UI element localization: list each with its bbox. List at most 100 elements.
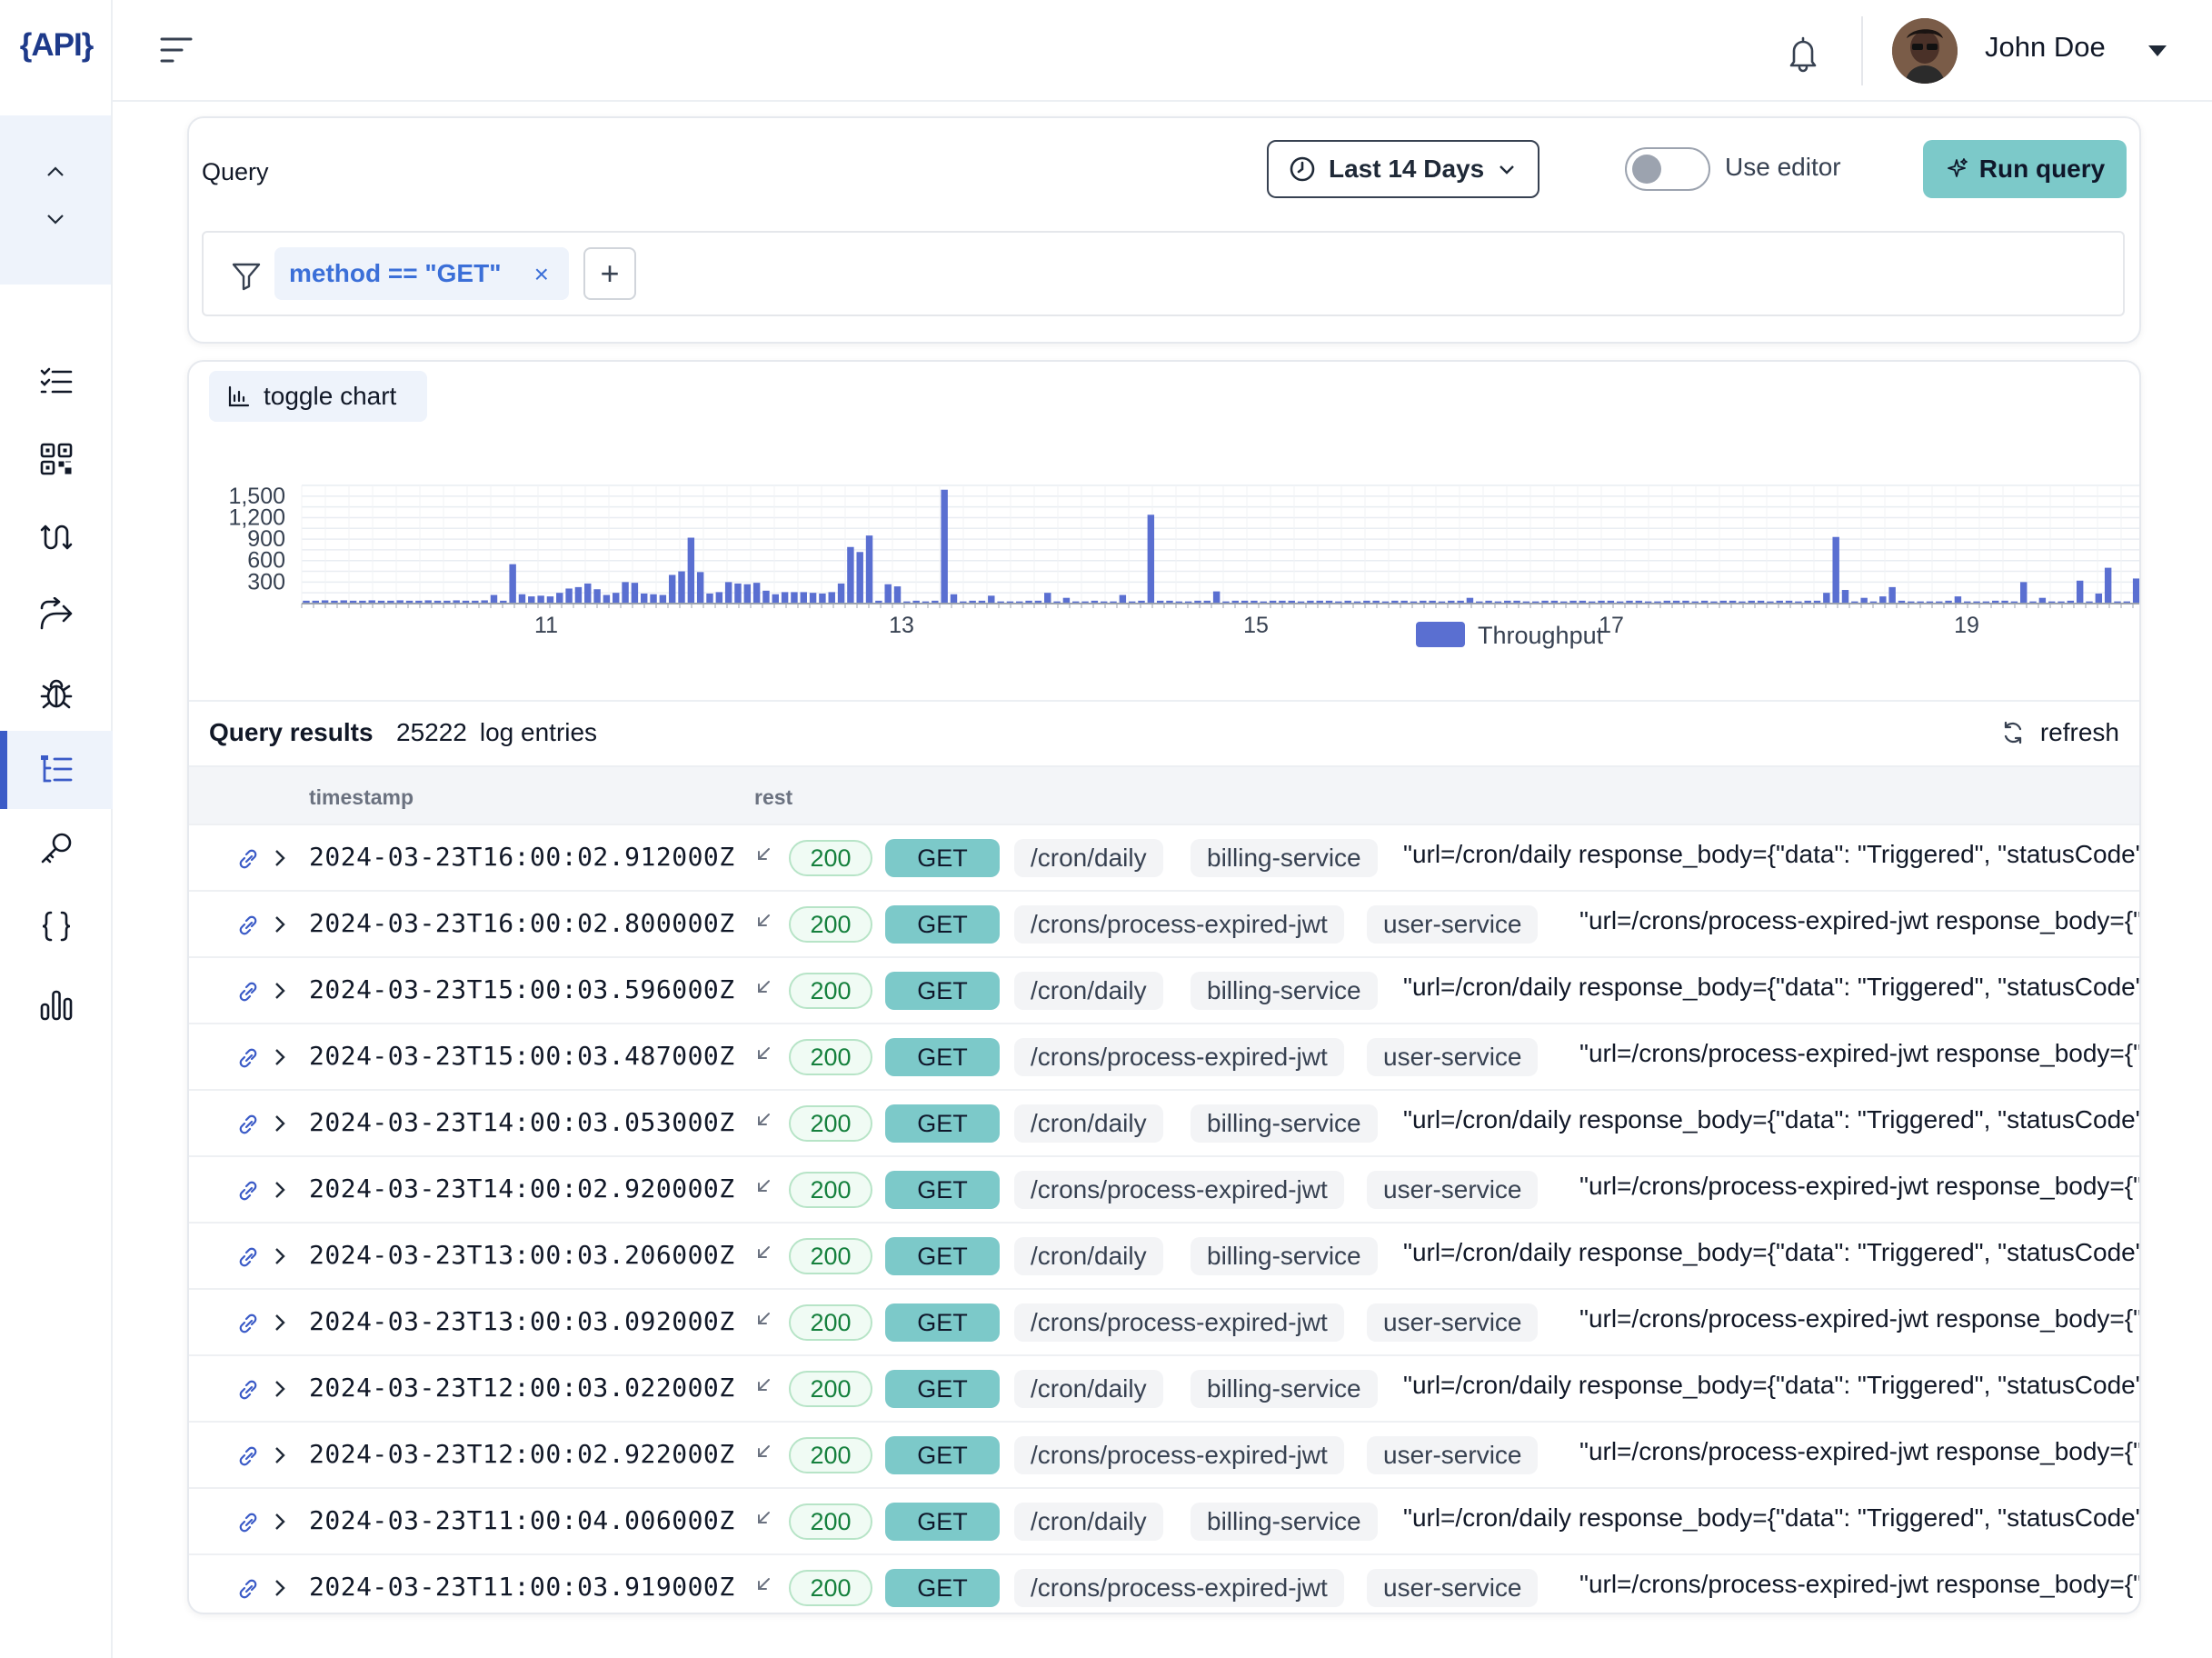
chevron-right-icon[interactable] [273, 1577, 287, 1599]
chevron-right-icon[interactable] [273, 1378, 287, 1400]
chart-bar [631, 583, 639, 604]
row-timestamp: 2024-03-23T15:00:03.596000Z [309, 974, 735, 1004]
row-timestamp: 2024-03-23T15:00:03.487000Z [309, 1041, 735, 1071]
chart-bar [678, 571, 685, 604]
chart-bar [772, 594, 780, 604]
table-row[interactable]: 2024-03-23T12:00:03.022000Z 200 GET/cron/d… [189, 1354, 2139, 1421]
refresh-icon [2004, 721, 2021, 744]
table-row[interactable]: 2024-03-23T11:00:03.919000Z 200 GET/crons/… [189, 1553, 2141, 1613]
sidebar-item-schemas[interactable] [0, 887, 113, 965]
table-row[interactable]: 2024-03-23T15:00:03.596000Z 200 GET/cron/d… [189, 956, 2139, 1023]
incoming-arrow-icon [758, 1313, 770, 1324]
date-range-button[interactable]: Last 14 Days [1267, 140, 1539, 198]
user-name[interactable]: John Doe [1985, 31, 2106, 64]
method-badge: GET [885, 1237, 1000, 1275]
table-row[interactable]: 2024-03-23T13:00:03.206000Z 200 GET/cron/d… [189, 1222, 2139, 1288]
table-row[interactable]: 2024-03-23T15:00:03.487000Z 200 GET/crons/… [189, 1023, 2141, 1089]
url-badge: /cron/daily [1014, 972, 1163, 1010]
notification-bell-icon[interactable] [1785, 35, 1821, 73]
chart-bar [593, 589, 601, 604]
menu-toggle-icon[interactable] [158, 35, 194, 65]
chevron-right-icon[interactable] [273, 980, 287, 1002]
chart-bar [537, 595, 544, 604]
top-header: John Doe [113, 0, 2212, 102]
chevron-right-icon[interactable] [273, 1312, 287, 1333]
link-icon[interactable] [236, 1513, 260, 1533]
refresh-button[interactable]: refresh [2000, 718, 2119, 747]
add-filter-button[interactable]: + [583, 247, 636, 300]
chevron-right-icon[interactable] [273, 1511, 287, 1533]
chevron-right-icon[interactable] [273, 914, 287, 935]
chevron-right-icon[interactable] [273, 847, 287, 869]
toggle-chart-button[interactable]: toggle chart [209, 371, 427, 422]
sidebar-item-keys[interactable] [0, 809, 113, 887]
service-badge: user-service [1367, 1303, 1539, 1342]
chart-bar [2076, 580, 2084, 604]
link-icon[interactable] [236, 1048, 260, 1068]
chip-remove-icon[interactable]: × [534, 260, 549, 289]
chart-bar [1823, 593, 1830, 604]
table-row[interactable]: 2024-03-23T14:00:02.920000Z 200 GET/crons/… [189, 1155, 2139, 1222]
sidebar-item-logs[interactable] [0, 731, 113, 809]
chart-bar [640, 593, 648, 604]
chart-bar [546, 596, 554, 604]
chart-bar [490, 594, 498, 604]
chevron-right-icon[interactable] [273, 1245, 287, 1267]
link-icon[interactable] [236, 1181, 260, 1201]
chevron-right-icon[interactable] [273, 1179, 287, 1201]
sidebar-item-analytics[interactable] [0, 965, 113, 1044]
link-icon[interactable] [236, 1380, 260, 1400]
table-row[interactable]: 2024-03-23T12:00:02.922000Z 200 GET/crons/… [189, 1421, 2139, 1487]
chart-bar [556, 593, 563, 604]
link-icon[interactable] [236, 1247, 260, 1267]
sidebar-item-redirects[interactable] [0, 576, 113, 654]
chevron-down-icon[interactable] [45, 208, 66, 230]
table-row[interactable]: 2024-03-23T16:00:02.800000Z 200 GET/crons/… [189, 890, 2139, 956]
clock-icon [1290, 156, 1315, 182]
sidebar-item-routes[interactable] [0, 498, 113, 576]
status-badge: 200 [789, 1238, 872, 1274]
chevron-right-icon[interactable] [273, 1046, 287, 1068]
filter-chip[interactable]: method == "GET" × [274, 247, 569, 300]
row-body-summary: "url=/crons/process-expired-jwt response… [1579, 1570, 2141, 1598]
link-icon[interactable] [236, 1313, 260, 1333]
row-timestamp: 2024-03-23T11:00:03.919000Z [309, 1572, 735, 1602]
sidebar-item-checklist[interactable] [0, 342, 113, 420]
method-badge: GET [885, 1569, 1000, 1607]
run-query-button[interactable]: Run query [1923, 140, 2127, 198]
table-row[interactable]: 2024-03-23T13:00:03.092000Z 200 GET/crons/… [189, 1288, 2139, 1354]
chevron-right-icon[interactable] [273, 1113, 287, 1134]
sidebar-item-qr[interactable] [0, 420, 113, 498]
avatar[interactable] [1892, 18, 1958, 84]
chevron-right-icon[interactable] [273, 1444, 287, 1466]
link-icon[interactable] [236, 1446, 260, 1466]
row-timestamp: 2024-03-23T11:00:04.006000Z [309, 1505, 735, 1535]
use-editor-toggle[interactable] [1625, 147, 1710, 191]
bug-icon [40, 679, 73, 709]
table-row[interactable]: 2024-03-23T11:00:04.006000Z 200 GET/cron/d… [189, 1487, 2139, 1553]
link-icon[interactable] [236, 849, 260, 869]
caret-down-icon[interactable] [2148, 45, 2167, 56]
link-icon[interactable] [236, 1579, 260, 1599]
chart-bar [518, 594, 526, 604]
url-badge: /crons/process-expired-jwt [1014, 905, 1344, 944]
link-icon[interactable] [236, 982, 260, 1002]
chevron-up-icon[interactable] [45, 161, 66, 183]
table-row[interactable]: 2024-03-23T14:00:03.053000Z 200 GET/cron/d… [189, 1089, 2139, 1155]
sidebar-item-debug[interactable] [0, 654, 113, 733]
row-body-summary: "url=/crons/process-expired-jwt response… [1579, 1039, 2141, 1067]
table-row[interactable]: 2024-03-23T16:00:02.912000Z 200 GET/cron/d… [189, 824, 2139, 890]
column-header-timestamp[interactable]: timestamp [309, 785, 414, 810]
method-badge: GET [885, 1503, 1000, 1541]
app-logo[interactable]: {API} [0, 27, 113, 64]
results-divider [189, 700, 2139, 702]
log-count: 25222 [396, 718, 467, 746]
chart-bar [847, 546, 854, 604]
column-header-rest[interactable]: rest [754, 785, 792, 810]
link-icon[interactable] [236, 915, 260, 935]
filter-bar[interactable]: method == "GET" × + [202, 231, 2125, 316]
results-count: 25222 log entries [396, 718, 597, 747]
chart-bar [950, 594, 958, 604]
link-icon[interactable] [236, 1114, 260, 1134]
chart-bar [828, 592, 835, 604]
